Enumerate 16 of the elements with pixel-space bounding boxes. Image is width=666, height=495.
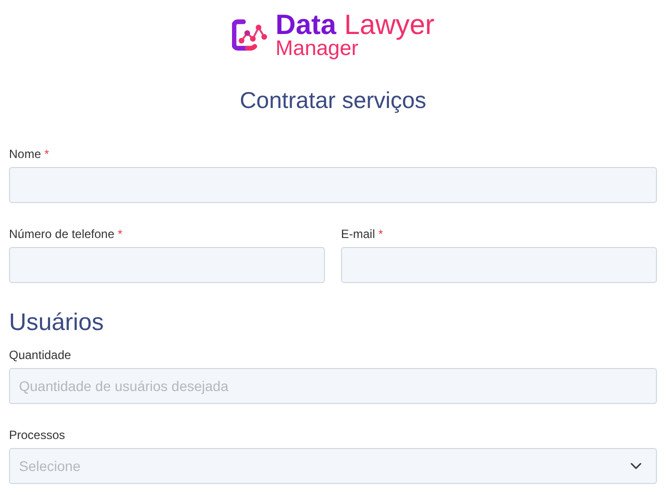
logo-text: Lawyer (344, 12, 434, 38)
field-label: Processos (9, 428, 66, 442)
field-label: Nome * (9, 147, 50, 161)
logo-icon (232, 18, 270, 52)
section-heading: Usuários (9, 309, 105, 337)
select-field[interactable]: Selecione (9, 448, 657, 484)
field-label: Número de telefone * (9, 227, 122, 241)
field-label: Quantidade (9, 348, 72, 362)
logo-text: Data (276, 12, 336, 38)
field-label: E-mail * (341, 227, 384, 241)
logo-text: Manager (276, 38, 358, 58)
page-title: Contratar serviços (238, 86, 428, 114)
input-field[interactable] (341, 247, 657, 283)
input-field[interactable]: Quantidade de usuários desejada (9, 368, 657, 404)
input-field[interactable] (9, 167, 657, 203)
input-field[interactable] (9, 247, 325, 283)
